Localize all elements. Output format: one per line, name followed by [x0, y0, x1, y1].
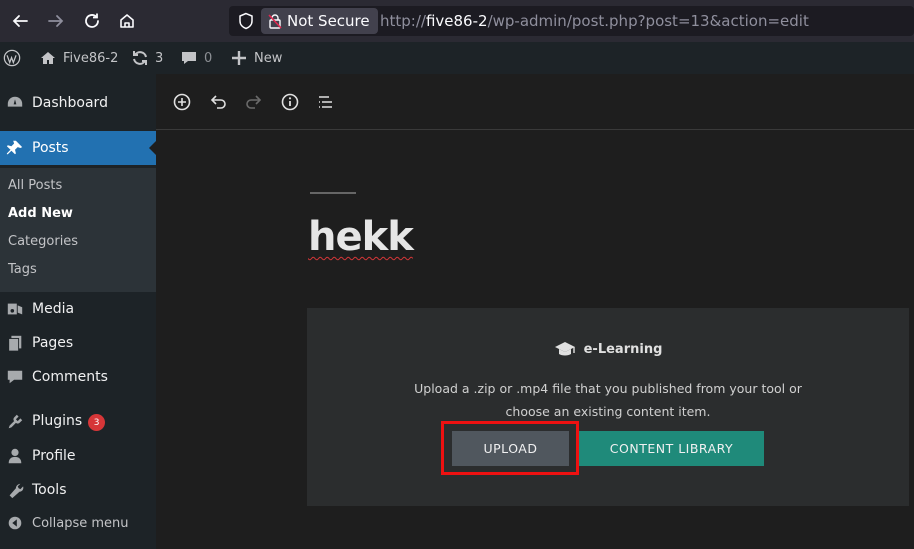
site-name-link[interactable]: Five86-2	[39, 42, 118, 74]
sidebar-item-label: Dashboard	[32, 95, 108, 111]
url-bar[interactable]: Not Secure http://five86-2/wp-admin/post…	[229, 6, 914, 36]
elearning-block[interactable]: e-Learning Upload a .zip or .mp4 file th…	[307, 308, 909, 506]
outline-button[interactable]	[315, 91, 337, 113]
sidebar-item-plugins[interactable]: Plugins 3	[0, 405, 156, 439]
url-host: five86-2	[425, 12, 488, 30]
admin-sidebar: Dashboard Posts All Posts Add New Catego…	[0, 74, 156, 549]
sidebar-item-label: Comments	[32, 369, 108, 385]
new-label: New	[254, 50, 283, 66]
user-icon	[5, 446, 25, 466]
plugins-label: Plugins	[32, 412, 83, 429]
title-separator	[310, 192, 356, 194]
submenu-tags[interactable]: Tags	[8, 262, 37, 277]
undo-button[interactable]	[207, 91, 229, 113]
upload-button[interactable]: UPLOAD	[452, 431, 569, 466]
media-icon	[5, 299, 25, 319]
details-button[interactable]	[279, 91, 301, 113]
home-icon	[120, 14, 134, 28]
dashboard-icon	[5, 93, 25, 113]
submenu-all-posts[interactable]: All Posts	[8, 178, 62, 193]
block-editor: hekk e-Learning Upload a .zip or .mp4 fi…	[156, 74, 914, 549]
posts-submenu: All Posts Add New Categories Tags	[0, 168, 156, 292]
block-title: e-Learning	[583, 341, 663, 357]
sidebar-item-label: Media	[32, 301, 75, 317]
sidebar-item-label: Pages	[32, 335, 74, 351]
plugins-update-badge: 3	[88, 414, 106, 432]
shield-icon[interactable]	[237, 12, 255, 30]
sidebar-item-comments[interactable]: Comments	[0, 360, 156, 394]
content-library-button[interactable]: CONTENT LIBRARY	[579, 431, 764, 466]
wordpress-logo-button[interactable]	[3, 42, 21, 74]
sidebar-item-profile[interactable]: Profile	[0, 439, 156, 473]
url-text[interactable]: http://five86-2/wp-admin/post.php?post=1…	[380, 12, 809, 30]
arrow-right-icon	[48, 15, 64, 27]
forward-button[interactable]	[43, 8, 69, 34]
plus-icon	[232, 51, 246, 65]
reload-icon	[85, 13, 99, 28]
site-name: Five86-2	[63, 50, 119, 66]
updates-count: 3	[155, 50, 164, 66]
home-icon	[41, 52, 55, 64]
undo-icon	[210, 95, 226, 109]
comments-link[interactable]: 0	[180, 42, 212, 74]
back-button[interactable]	[7, 8, 33, 34]
comment-bubble-icon	[182, 52, 196, 64]
sidebar-item-tools[interactable]: Tools	[0, 473, 156, 507]
block-description: Upload a .zip or .mp4 file that you publ…	[414, 381, 802, 419]
sidebar-item-label: Profile	[32, 448, 76, 464]
plus-circle-icon	[173, 93, 191, 111]
home-button[interactable]	[114, 8, 140, 34]
not-secure-indicator[interactable]: Not Secure	[261, 8, 378, 34]
updates-link[interactable]: 3	[131, 42, 163, 74]
updates-icon	[133, 51, 147, 65]
redo-button[interactable]	[243, 91, 265, 113]
sidebar-item-media[interactable]: Media	[0, 292, 156, 326]
redo-icon	[246, 95, 262, 109]
sidebar-item-label: Collapse menu	[32, 515, 129, 531]
graduation-cap-icon	[554, 342, 575, 356]
arrow-left-icon	[12, 15, 28, 27]
collapse-arrow-icon	[5, 513, 25, 533]
pages-icon	[5, 333, 25, 353]
sidebar-item-label: Plugins 3	[32, 412, 106, 432]
block-header: e-Learning	[307, 338, 909, 360]
not-secure-label: Not Secure	[287, 12, 370, 30]
info-icon	[281, 93, 299, 111]
list-outline-icon	[319, 96, 332, 108]
add-block-button[interactable]	[171, 91, 193, 113]
wp-admin-bar: Five86-2 3 0 New	[0, 42, 914, 74]
editor-toolbar	[156, 74, 914, 130]
pushpin-icon	[5, 138, 25, 158]
browser-toolbar: Not Secure http://five86-2/wp-admin/post…	[0, 0, 914, 42]
collapse-menu-button[interactable]: Collapse menu	[0, 506, 156, 540]
reload-button[interactable]	[79, 8, 105, 34]
wordpress-logo-icon	[3, 49, 21, 67]
sidebar-item-label: Posts	[32, 140, 69, 156]
comments-icon	[5, 367, 25, 387]
sidebar-item-posts[interactable]: Posts	[0, 131, 156, 165]
post-title-field[interactable]: hekk	[308, 214, 414, 260]
comments-count: 0	[204, 50, 213, 66]
submenu-add-new[interactable]: Add New	[8, 206, 73, 221]
sidebar-item-pages[interactable]: Pages	[0, 326, 156, 360]
current-menu-arrow	[149, 141, 156, 155]
wrench-icon	[5, 480, 25, 500]
url-prefix: http://	[380, 12, 426, 30]
plugin-icon	[5, 412, 25, 432]
sidebar-item-label: Tools	[32, 482, 67, 498]
new-content-link[interactable]: New	[230, 42, 282, 74]
sidebar-item-dashboard[interactable]: Dashboard	[0, 86, 156, 120]
url-path: /wp-admin/post.php?post=13&action=edit	[487, 12, 809, 30]
insecure-lock-icon	[268, 14, 282, 29]
submenu-categories[interactable]: Categories	[8, 234, 78, 249]
